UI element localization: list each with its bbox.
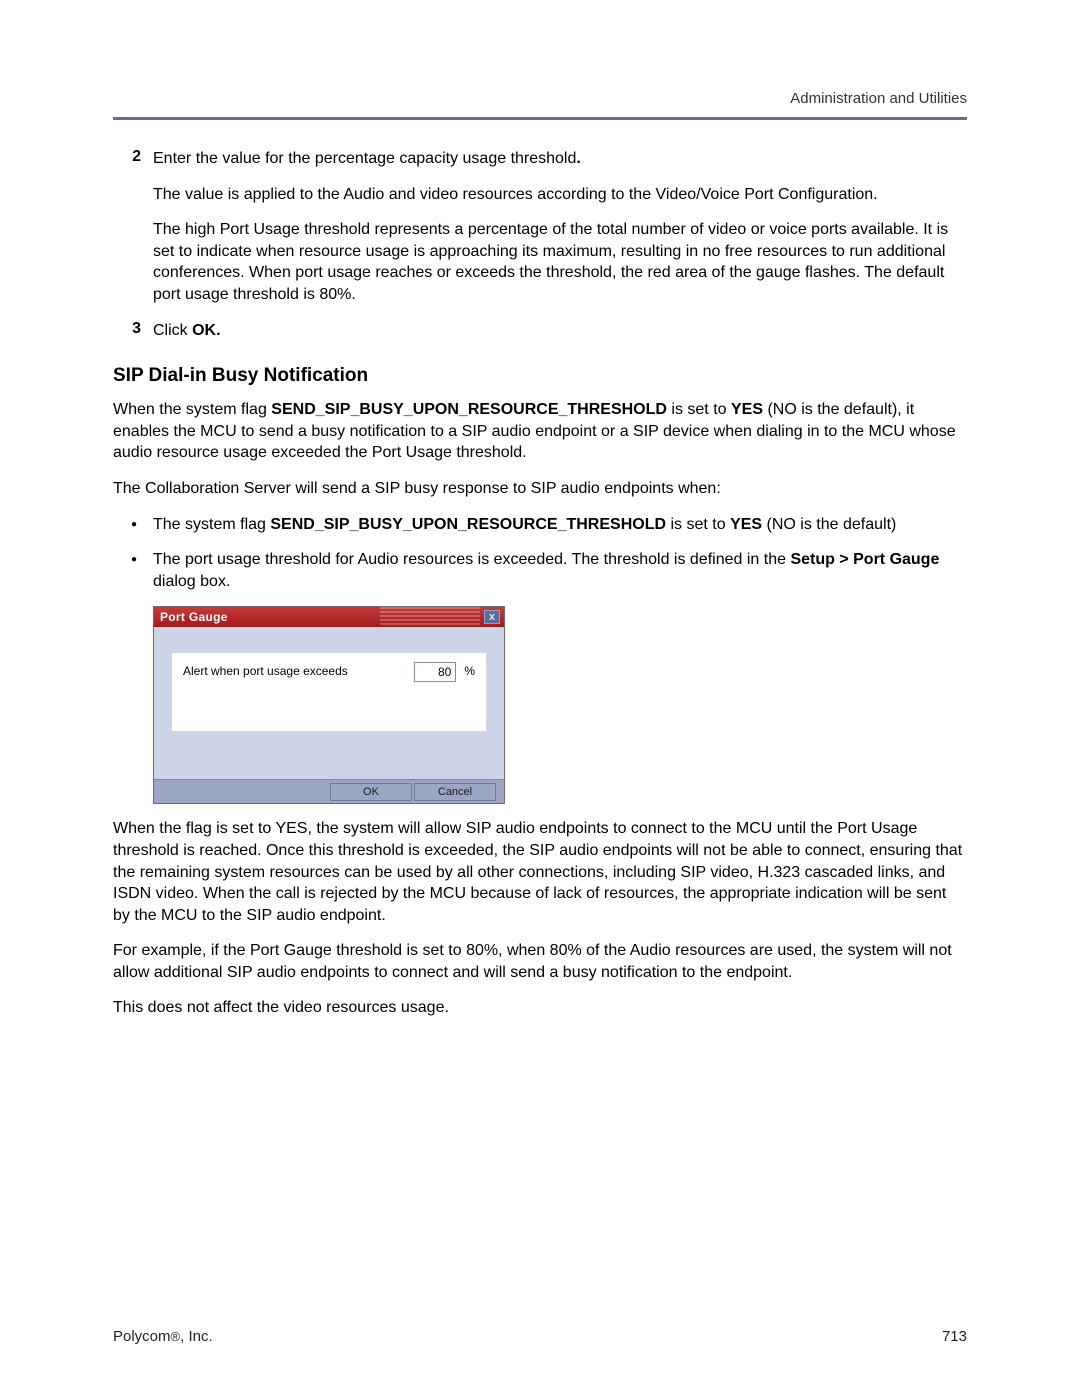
- step-2-line-2: The value is applied to the Audio and vi…: [153, 184, 967, 206]
- paragraph-after-2: For example, if the Port Gauge threshold…: [113, 940, 967, 983]
- paragraph-after-1: When the flag is set to YES, the system …: [113, 818, 967, 926]
- step-2-line-1: Enter the value for the percentage capac…: [153, 148, 967, 170]
- ok-button[interactable]: OK: [330, 783, 412, 801]
- port-gauge-dialog: Port Gauge x Alert when port usage excee…: [153, 606, 505, 804]
- step-content: Click OK.: [153, 320, 221, 342]
- condition-1: The system flag SEND_SIP_BUSY_UPON_RESOU…: [153, 514, 967, 536]
- step-2: 2 Enter the value for the percentage cap…: [113, 148, 967, 306]
- threshold-input[interactable]: [414, 662, 456, 682]
- percent-label: %: [464, 660, 475, 678]
- paragraph-when: The Collaboration Server will send a SIP…: [113, 478, 967, 500]
- dialog-title: Port Gauge: [160, 610, 484, 624]
- step-content: Enter the value for the percentage capac…: [153, 148, 967, 306]
- step-2-line-3: The high Port Usage threshold represents…: [153, 219, 967, 305]
- threshold-row: Alert when port usage exceeds %: [172, 653, 486, 731]
- step-number: 2: [113, 148, 153, 306]
- dialog-titlebar[interactable]: Port Gauge x: [154, 607, 504, 627]
- page-content: Administration and Utilities 2 Enter the…: [0, 0, 1080, 1019]
- section-heading: SIP Dial-in Busy Notification: [113, 365, 967, 387]
- step-number: 3: [113, 320, 153, 342]
- condition-2: The port usage threshold for Audio resou…: [153, 549, 967, 592]
- page-footer: Polycom®, Inc. 713: [113, 1328, 967, 1345]
- header-rule: [113, 117, 967, 120]
- paragraph-after-3: This does not affect the video resources…: [113, 997, 967, 1019]
- step-3-line-1: Click OK.: [153, 320, 221, 342]
- threshold-label: Alert when port usage exceeds: [183, 660, 406, 678]
- dialog-body: Alert when port usage exceeds %: [154, 627, 504, 779]
- footer-page-number: 713: [942, 1328, 967, 1345]
- step-3: 3 Click OK.: [113, 320, 967, 342]
- footer-company: Polycom®, Inc.: [113, 1328, 213, 1345]
- condition-list: The system flag SEND_SIP_BUSY_UPON_RESOU…: [113, 514, 967, 593]
- dialog-footer: OK Cancel: [154, 779, 504, 803]
- paragraph-intro: When the system flag SEND_SIP_BUSY_UPON_…: [113, 399, 967, 464]
- close-icon[interactable]: x: [484, 610, 500, 624]
- page-header-label: Administration and Utilities: [113, 90, 967, 107]
- cancel-button[interactable]: Cancel: [414, 783, 496, 801]
